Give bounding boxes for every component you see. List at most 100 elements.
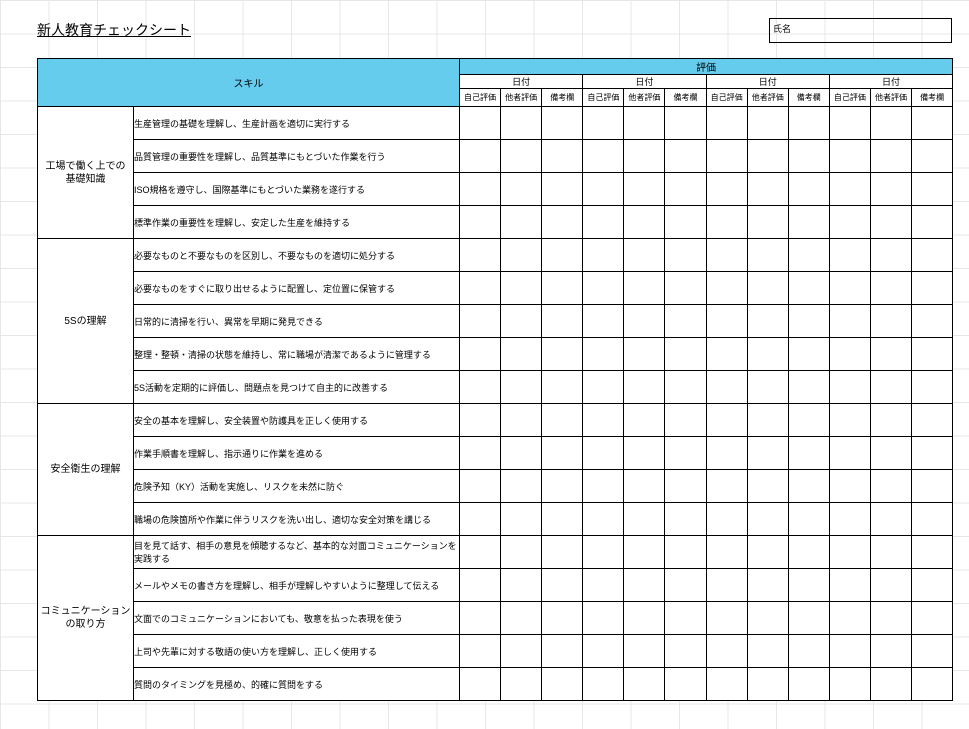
evaluation-cell[interactable] — [706, 206, 747, 239]
evaluation-cell[interactable] — [665, 305, 706, 338]
evaluation-cell[interactable] — [583, 239, 624, 272]
evaluation-cell[interactable] — [501, 404, 542, 437]
evaluation-cell[interactable] — [870, 536, 911, 569]
evaluation-cell[interactable] — [706, 569, 747, 602]
evaluation-cell[interactable] — [706, 173, 747, 206]
evaluation-cell[interactable] — [460, 206, 501, 239]
evaluation-cell[interactable] — [583, 602, 624, 635]
evaluation-cell[interactable] — [542, 338, 583, 371]
evaluation-cell[interactable] — [583, 140, 624, 173]
evaluation-cell[interactable] — [583, 536, 624, 569]
evaluation-cell[interactable] — [460, 437, 501, 470]
evaluation-cell[interactable] — [501, 239, 542, 272]
evaluation-cell[interactable] — [665, 239, 706, 272]
evaluation-cell[interactable] — [624, 437, 665, 470]
name-box[interactable]: 氏名 — [769, 18, 952, 43]
evaluation-cell[interactable] — [665, 140, 706, 173]
evaluation-cell[interactable] — [747, 371, 788, 404]
evaluation-cell[interactable] — [665, 272, 706, 305]
evaluation-cell[interactable] — [501, 569, 542, 602]
evaluation-cell[interactable] — [460, 338, 501, 371]
evaluation-cell[interactable] — [542, 140, 583, 173]
evaluation-cell[interactable] — [788, 305, 829, 338]
evaluation-cell[interactable] — [460, 404, 501, 437]
evaluation-cell[interactable] — [788, 107, 829, 140]
evaluation-cell[interactable] — [870, 173, 911, 206]
evaluation-cell[interactable] — [747, 239, 788, 272]
evaluation-cell[interactable] — [829, 239, 870, 272]
evaluation-cell[interactable] — [829, 173, 870, 206]
evaluation-cell[interactable] — [706, 404, 747, 437]
evaluation-cell[interactable] — [829, 503, 870, 536]
evaluation-cell[interactable] — [542, 602, 583, 635]
evaluation-cell[interactable] — [870, 140, 911, 173]
evaluation-cell[interactable] — [665, 602, 706, 635]
evaluation-cell[interactable] — [747, 338, 788, 371]
evaluation-cell[interactable] — [624, 371, 665, 404]
evaluation-cell[interactable] — [624, 470, 665, 503]
evaluation-cell[interactable] — [829, 371, 870, 404]
evaluation-cell[interactable] — [542, 470, 583, 503]
evaluation-cell[interactable] — [706, 668, 747, 701]
evaluation-cell[interactable] — [460, 668, 501, 701]
evaluation-cell[interactable] — [542, 107, 583, 140]
evaluation-cell[interactable] — [788, 272, 829, 305]
evaluation-cell[interactable] — [706, 338, 747, 371]
evaluation-cell[interactable] — [542, 635, 583, 668]
evaluation-cell[interactable] — [706, 602, 747, 635]
evaluation-cell[interactable] — [912, 470, 953, 503]
evaluation-cell[interactable] — [624, 635, 665, 668]
evaluation-cell[interactable] — [706, 371, 747, 404]
evaluation-cell[interactable] — [912, 206, 953, 239]
evaluation-cell[interactable] — [788, 338, 829, 371]
evaluation-cell[interactable] — [460, 470, 501, 503]
evaluation-cell[interactable] — [870, 305, 911, 338]
evaluation-cell[interactable] — [542, 272, 583, 305]
evaluation-cell[interactable] — [788, 635, 829, 668]
evaluation-cell[interactable] — [912, 536, 953, 569]
evaluation-cell[interactable] — [501, 371, 542, 404]
evaluation-cell[interactable] — [583, 503, 624, 536]
evaluation-cell[interactable] — [542, 503, 583, 536]
evaluation-cell[interactable] — [665, 668, 706, 701]
evaluation-cell[interactable] — [706, 107, 747, 140]
evaluation-cell[interactable] — [788, 602, 829, 635]
evaluation-cell[interactable] — [912, 437, 953, 470]
evaluation-cell[interactable] — [624, 140, 665, 173]
evaluation-cell[interactable] — [501, 173, 542, 206]
evaluation-cell[interactable] — [624, 173, 665, 206]
evaluation-cell[interactable] — [583, 668, 624, 701]
evaluation-cell[interactable] — [583, 107, 624, 140]
evaluation-cell[interactable] — [829, 338, 870, 371]
evaluation-cell[interactable] — [747, 173, 788, 206]
evaluation-cell[interactable] — [665, 371, 706, 404]
evaluation-cell[interactable] — [829, 536, 870, 569]
evaluation-cell[interactable] — [542, 437, 583, 470]
evaluation-cell[interactable] — [747, 404, 788, 437]
evaluation-cell[interactable] — [583, 173, 624, 206]
evaluation-cell[interactable] — [829, 635, 870, 668]
evaluation-cell[interactable] — [665, 503, 706, 536]
evaluation-cell[interactable] — [870, 470, 911, 503]
evaluation-cell[interactable] — [870, 338, 911, 371]
evaluation-cell[interactable] — [583, 272, 624, 305]
evaluation-cell[interactable] — [829, 107, 870, 140]
evaluation-cell[interactable] — [665, 107, 706, 140]
evaluation-cell[interactable] — [870, 272, 911, 305]
evaluation-cell[interactable] — [706, 305, 747, 338]
evaluation-cell[interactable] — [501, 140, 542, 173]
evaluation-cell[interactable] — [870, 602, 911, 635]
evaluation-cell[interactable] — [460, 107, 501, 140]
evaluation-cell[interactable] — [624, 404, 665, 437]
evaluation-cell[interactable] — [747, 305, 788, 338]
evaluation-cell[interactable] — [706, 503, 747, 536]
evaluation-cell[interactable] — [501, 602, 542, 635]
evaluation-cell[interactable] — [706, 437, 747, 470]
evaluation-cell[interactable] — [501, 305, 542, 338]
evaluation-cell[interactable] — [912, 602, 953, 635]
evaluation-cell[interactable] — [829, 206, 870, 239]
evaluation-cell[interactable] — [912, 569, 953, 602]
evaluation-cell[interactable] — [788, 140, 829, 173]
evaluation-cell[interactable] — [583, 437, 624, 470]
evaluation-cell[interactable] — [460, 371, 501, 404]
